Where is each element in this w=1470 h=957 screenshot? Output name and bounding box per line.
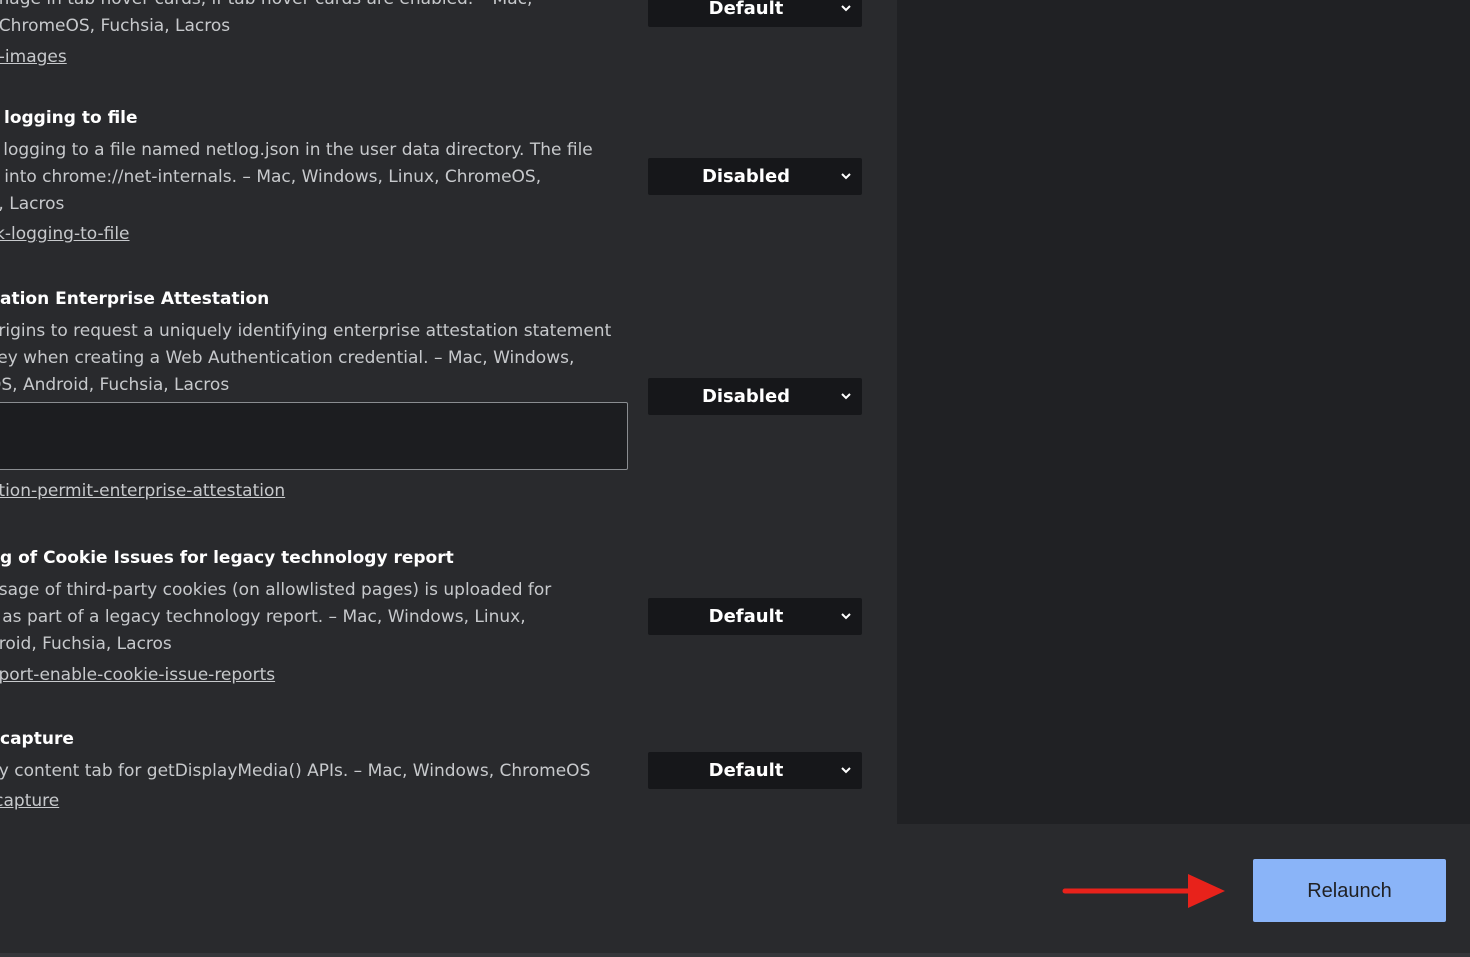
- chevron-down-icon: [841, 393, 851, 400]
- experiment-description-line: image in tab hover cards, if tab hover c…: [0, 0, 630, 13]
- select-value: Default: [708, 0, 784, 19]
- experiment-title: ation Enterprise Attestation: [0, 289, 270, 309]
- chevron-down-icon: [841, 767, 851, 774]
- experiment-description-line: s as part of a legacy technology report.…: [0, 607, 526, 627]
- empty-area: [897, 0, 1470, 824]
- experiment-select[interactable]: Default: [648, 0, 862, 27]
- annotation-arrow-icon: [1062, 874, 1225, 908]
- experiment-link[interactable]: -capture: [0, 788, 630, 815]
- experiment-cookie-issue-reports: g of Cookie Issues for legacy technology…: [0, 547, 630, 689]
- experiment-network-logging: logging to file k logging to a file name…: [0, 107, 630, 248]
- experiment-link[interactable]: rk-logging-to-file: [0, 221, 630, 248]
- experiment-title: g of Cookie Issues for legacy technology…: [0, 548, 454, 568]
- experiment-select[interactable]: Default: [648, 752, 862, 789]
- select-value: Disabled: [701, 166, 791, 187]
- experiments-list: image in tab hover cards, if tab hover c…: [0, 0, 897, 824]
- flags-page: image in tab hover cards, if tab hover c…: [0, 0, 1470, 957]
- bottom-divider: [0, 953, 1470, 957]
- experiment-select[interactable]: Disabled: [648, 378, 862, 415]
- experiment-link[interactable]: d-images: [0, 44, 630, 71]
- chevron-down-icon: [841, 5, 851, 12]
- experiment-description-line: key when creating a Web Authentication c…: [0, 348, 575, 368]
- select-value: Default: [708, 760, 784, 781]
- experiment-description-line: a, Lacros: [0, 194, 65, 214]
- experiment-description-line: usage of third-party cookies (on allowli…: [0, 580, 552, 600]
- experiment-capture: capture by content tab for getDisplayMed…: [0, 728, 630, 815]
- experiment-link[interactable]: eport-enable-cookie-issue-reports: [0, 662, 630, 689]
- experiment-select[interactable]: Disabled: [648, 158, 862, 195]
- experiment-enterprise-attestation: ation Enterprise Attestation origins to …: [0, 288, 630, 399]
- chevron-down-icon: [841, 173, 851, 180]
- experiment-description-line: d into chrome://net-internals. – Mac, Wi…: [0, 167, 542, 187]
- experiment-text-input[interactable]: [0, 402, 628, 470]
- select-value: Default: [708, 606, 784, 627]
- relaunch-button[interactable]: Relaunch: [1253, 859, 1446, 922]
- experiment-description-line: , ChromeOS, Fuchsia, Lacros: [0, 16, 231, 36]
- select-value: Disabled: [701, 386, 791, 407]
- experiment-title: capture: [0, 729, 74, 749]
- experiment-description-line: droid, Fuchsia, Lacros: [0, 634, 172, 654]
- experiment-description-line: k logging to a file named netlog.json in…: [0, 140, 593, 160]
- experiment-title: logging to file: [4, 108, 138, 128]
- experiment-description-line: origins to request a uniquely identifyin…: [0, 321, 612, 341]
- experiment-link-container: ation-permit-enterprise-attestation: [0, 478, 630, 505]
- chevron-down-icon: [841, 613, 851, 620]
- relaunch-bar: [0, 824, 1470, 957]
- experiment-description-line: by content tab for getDisplayMedia() API…: [0, 761, 591, 781]
- experiment-link[interactable]: ation-permit-enterprise-attestation: [0, 478, 630, 505]
- experiment-description-line: OS, Android, Fuchsia, Lacros: [0, 375, 230, 395]
- experiment-tab-hover-card-images: image in tab hover cards, if tab hover c…: [0, 0, 630, 71]
- experiment-select[interactable]: Default: [648, 598, 862, 635]
